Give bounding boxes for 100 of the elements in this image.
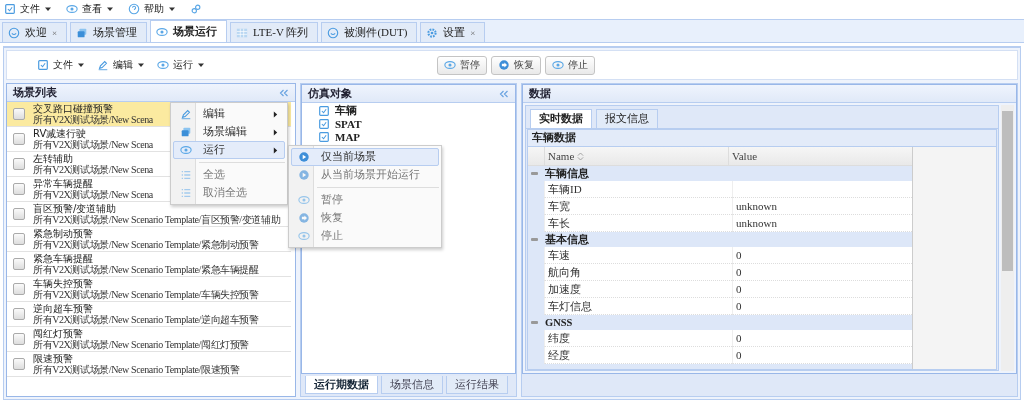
tab[interactable]: 场景管理 xyxy=(70,22,148,42)
play-icon xyxy=(298,169,310,181)
scenario-name: 车辆失控预警 xyxy=(33,278,93,289)
eye-icon xyxy=(156,25,169,38)
panel-title: 场景列表 xyxy=(13,85,57,100)
scenario-path: 所有V2X测试场景/New Scena xyxy=(33,139,153,150)
panel-title: 数据 xyxy=(529,86,551,101)
menu-item[interactable]: 帮助 xyxy=(128,1,176,17)
toolbar-button[interactable]: 暂停 xyxy=(437,55,487,75)
tab[interactable]: 设置 × xyxy=(420,22,486,42)
tree-item[interactable]: 车辆 xyxy=(318,104,515,117)
caret-icon xyxy=(137,62,145,68)
property-value: 0 xyxy=(732,330,912,347)
eye-icon xyxy=(298,230,310,242)
scenario-path: 所有V2X测试场景/New Scena xyxy=(33,189,153,200)
link-icon[interactable] xyxy=(190,3,202,15)
list-icon xyxy=(180,187,192,199)
property-name: 车辆ID xyxy=(544,181,732,198)
checkbox[interactable] xyxy=(13,158,25,170)
group-row[interactable]: 基本信息 xyxy=(528,232,912,247)
group-row[interactable]: GNSS xyxy=(528,315,912,330)
checkbox[interactable] xyxy=(13,233,25,245)
toolbar-button[interactable]: 停止 xyxy=(545,55,595,75)
collapse-toggle[interactable] xyxy=(531,321,538,324)
checkbox[interactable] xyxy=(13,208,25,220)
tab[interactable]: 场景信息 xyxy=(381,376,443,394)
tab[interactable]: 欢迎 × xyxy=(2,22,68,42)
property-value: 0 xyxy=(732,298,912,315)
menu-item[interactable]: 运行 xyxy=(157,57,205,73)
scenario-item[interactable]: 紧急车辆提醒 所有V2X测试场景/New Scenario Template/紧急车辆提醒 xyxy=(7,252,291,277)
checkbox[interactable] xyxy=(13,333,25,345)
collapse-toggle[interactable] xyxy=(531,238,538,241)
circle-icon xyxy=(8,26,20,39)
eye-icon xyxy=(157,59,169,71)
checkbox[interactable] xyxy=(13,133,25,145)
list-icon xyxy=(180,169,192,181)
column-header[interactable]: Value xyxy=(728,147,912,165)
menu-item[interactable]: 仅当前场景 xyxy=(291,148,439,166)
property-name: 车灯信息 xyxy=(544,298,732,315)
scenario-name: 交叉路口碰撞预警 xyxy=(33,103,113,114)
pencil-icon xyxy=(180,108,192,120)
file-icon xyxy=(318,104,330,117)
tree-item[interactable]: MAP xyxy=(318,130,515,143)
menu-item[interactable]: 文件 xyxy=(37,57,85,73)
eye-icon xyxy=(444,59,456,71)
tree-item[interactable]: SPAT xyxy=(318,117,515,130)
menu-item[interactable]: 运行 xyxy=(173,141,285,159)
scenario-path: 所有V2X测试场景/New Scenario Template/紧急车辆提醒 xyxy=(33,264,259,275)
collapse-icon[interactable] xyxy=(279,88,289,97)
menu-item[interactable]: 文件 xyxy=(4,1,52,17)
scenario-path: 所有V2X测试场景/New Scenario Template/逆向超车预警 xyxy=(33,314,259,325)
checkbox[interactable] xyxy=(13,258,25,270)
checkbox[interactable] xyxy=(13,308,25,320)
close-button[interactable]: × xyxy=(470,27,476,38)
cards-icon xyxy=(180,126,192,138)
scrollbar[interactable] xyxy=(1001,105,1014,371)
tab[interactable]: 被测件(DUT) xyxy=(321,22,418,42)
checkbox[interactable] xyxy=(13,358,25,370)
toolbar-button[interactable]: 恢复 xyxy=(491,55,541,75)
collapse-icon[interactable] xyxy=(499,89,509,98)
property-value: 0 xyxy=(732,247,912,264)
checkbox[interactable] xyxy=(13,283,25,295)
eye-icon xyxy=(298,194,310,206)
play-icon xyxy=(298,151,310,163)
checkbox[interactable] xyxy=(13,108,25,120)
collapse-toggle[interactable] xyxy=(531,172,538,175)
menu-item[interactable]: 查看 xyxy=(66,1,114,17)
eye-icon xyxy=(180,144,192,156)
property-name: 经度 xyxy=(544,347,732,364)
close-button[interactable]: × xyxy=(52,27,58,38)
scenario-name: 紧急制动预警 xyxy=(33,228,93,239)
tab[interactable]: 运行期数据 xyxy=(305,376,378,394)
panel-title: 仿真对象 xyxy=(308,86,352,101)
property-value: unknown xyxy=(732,198,912,215)
tab[interactable]: 实时数据 xyxy=(530,109,592,128)
property-value: 0 xyxy=(732,347,912,364)
menu-item[interactable]: 编辑 xyxy=(97,57,145,73)
scenario-name: 闯红灯预警 xyxy=(33,328,83,339)
group-row[interactable]: 车辆信息 xyxy=(528,166,912,181)
scenario-name: 异常车辆提醒 xyxy=(33,178,93,189)
scenario-path: 所有V2X测试场景/New Scenario Template/车辆失控预警 xyxy=(33,289,259,300)
property-name: 航向角 xyxy=(544,264,732,281)
tab[interactable]: 运行结果 xyxy=(446,376,508,394)
caret-icon xyxy=(77,62,85,68)
scenario-item[interactable]: 车辆失控预警 所有V2X测试场景/New Scenario Template/车辆失控预警 xyxy=(7,277,291,302)
cards-icon xyxy=(76,26,89,39)
tab[interactable]: 场景运行 xyxy=(150,20,228,42)
property-value: 0 xyxy=(732,281,912,298)
tab[interactable]: 报文信息 xyxy=(596,109,658,128)
scenario-name: RV减速行驶 xyxy=(33,128,87,139)
caret-icon xyxy=(168,6,176,12)
menu-item[interactable]: 编辑 xyxy=(173,105,285,123)
column-header[interactable]: Name xyxy=(544,147,728,165)
checkbox[interactable] xyxy=(13,183,25,195)
caret-icon xyxy=(44,6,52,12)
scenario-item[interactable]: 闯红灯预警 所有V2X测试场景/New Scenario Template/闯红灯预警 xyxy=(7,327,291,352)
tab[interactable]: LTE-V 阵列 xyxy=(230,22,319,42)
scenario-path: 所有V2X测试场景/New Scena xyxy=(33,114,153,125)
scenario-item[interactable]: 逆向超车预警 所有V2X测试场景/New Scenario Template/逆向超车预警 xyxy=(7,302,291,327)
scenario-item[interactable]: 限速预警 所有V2X测试场景/New Scenario Template/限速预警 xyxy=(7,352,291,377)
